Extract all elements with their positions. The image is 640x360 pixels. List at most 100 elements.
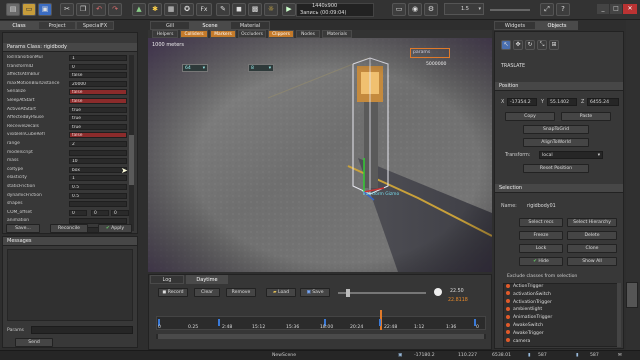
light-icon[interactable]: ✱ bbox=[148, 3, 162, 16]
sun-icon[interactable]: ☼ bbox=[264, 3, 278, 16]
z-field[interactable]: 6455.24 bbox=[587, 98, 619, 106]
tab-objects[interactable]: Objects bbox=[536, 21, 578, 30]
exclude-list-item[interactable]: ActivationTrigger bbox=[506, 299, 552, 307]
property-value[interactable]: 1 bbox=[69, 175, 127, 182]
x-field[interactable]: -17354.2 bbox=[507, 98, 537, 106]
property-value[interactable] bbox=[69, 201, 127, 208]
exclude-list-item[interactable]: AnimationTrigger bbox=[506, 314, 552, 322]
property-row[interactable]: ReceiveDecals true bbox=[7, 123, 129, 131]
select-mode-icon[interactable]: ↖ bbox=[501, 40, 511, 50]
minimize-button[interactable]: _ bbox=[597, 4, 609, 14]
scale-mode-icon[interactable]: ⤡ bbox=[537, 40, 547, 50]
tab-daytime[interactable]: Daytime bbox=[186, 275, 228, 284]
cut-icon[interactable]: ✂ bbox=[60, 3, 74, 16]
monitor-icon[interactable]: ▭ bbox=[392, 3, 406, 16]
daytime-slider-thumb[interactable] bbox=[346, 289, 350, 297]
property-value[interactable]: true bbox=[69, 115, 127, 122]
play-icon[interactable]: ▶ bbox=[282, 3, 296, 16]
exclude-list-item[interactable]: ActionTrigger bbox=[506, 283, 543, 291]
subtab-colliders[interactable]: Colliders bbox=[180, 30, 208, 38]
property-scrollbar[interactable] bbox=[129, 55, 134, 231]
tab-log[interactable]: Log bbox=[150, 275, 184, 284]
scene-dropdown-2[interactable]: 8 ▾ bbox=[248, 64, 274, 72]
snap-to-grid-button[interactable]: SnapToGrid bbox=[523, 125, 589, 134]
property-value[interactable]: true bbox=[69, 106, 127, 113]
property-row[interactable]: lodTransitionMul 1 bbox=[7, 55, 129, 62]
property-value[interactable]: false bbox=[69, 72, 127, 79]
property-value[interactable]: false bbox=[69, 132, 127, 139]
property-value[interactable]: 1 bbox=[69, 55, 127, 61]
align-to-world-button[interactable]: AlignToWorld bbox=[523, 138, 589, 147]
property-value[interactable] bbox=[69, 149, 127, 156]
scene-viewport[interactable]: 1000 meters 64 ▾ 8 ▾ params 5000000 Transf… bbox=[148, 38, 492, 272]
property-value[interactable]: 10 bbox=[69, 158, 127, 165]
property-row[interactable]: visibleInCubeRefl false bbox=[7, 132, 129, 139]
com-offset-extra[interactable]: 0 bbox=[91, 209, 109, 216]
tab-scene[interactable]: Scene bbox=[190, 21, 230, 30]
maximize-button[interactable]: □ bbox=[610, 4, 622, 14]
settings-icon[interactable]: ⚙ bbox=[424, 3, 438, 16]
redo-icon[interactable]: ↷ bbox=[108, 3, 122, 16]
hide-button[interactable]: ✔ Hide bbox=[519, 257, 563, 266]
property-row[interactable]: elasticity 1 bbox=[7, 175, 129, 182]
close-button[interactable]: ✕ bbox=[623, 4, 637, 14]
quality-dropdown[interactable]: 1.5 ▾ bbox=[444, 3, 484, 15]
help-icon[interactable]: ? bbox=[556, 3, 570, 16]
subtab-helpers[interactable]: Helpers bbox=[152, 30, 178, 38]
subtab-markers[interactable]: Markers bbox=[210, 30, 236, 38]
scene-params-box[interactable]: params bbox=[410, 48, 450, 58]
terrain-icon[interactable]: ▲ bbox=[132, 3, 146, 16]
timeline-scrollbar[interactable] bbox=[156, 334, 486, 339]
exclude-list-item[interactable]: ambientlight bbox=[506, 306, 542, 314]
subtab-clippers[interactable]: Clippers bbox=[268, 30, 294, 38]
property-row[interactable]: dynamicFriction 0.5 bbox=[7, 192, 129, 200]
image-icon[interactable]: ▦ bbox=[164, 3, 178, 16]
tab-gill[interactable]: Gill bbox=[150, 21, 190, 30]
daytime-save-button[interactable]: ▣ Save bbox=[300, 288, 330, 297]
fullscreen-icon[interactable]: ⤢ bbox=[540, 3, 554, 16]
property-row[interactable]: mass 10 bbox=[7, 158, 129, 165]
exclude-list-item[interactable]: AwakeTrigger bbox=[506, 330, 544, 338]
property-row[interactable]: range 2 bbox=[7, 141, 129, 148]
property-row[interactable]: maxMotionBlurDistance 20000 bbox=[7, 80, 129, 88]
property-row[interactable]: transformID 0 bbox=[7, 63, 129, 71]
tab-widgets[interactable]: Widgets bbox=[494, 21, 536, 30]
move-mode-icon[interactable]: ✥ bbox=[513, 40, 523, 50]
freeze-button[interactable]: Freeze bbox=[519, 231, 563, 240]
property-row[interactable]: affectsAtmBlur false bbox=[7, 72, 129, 79]
remove-button[interactable]: Remove bbox=[226, 288, 256, 297]
y-field[interactable]: 55.1402 bbox=[547, 98, 577, 106]
new-file-icon[interactable]: ▤ bbox=[6, 3, 20, 16]
exclude-list-item[interactable]: AwakeSwitch bbox=[506, 322, 543, 330]
save-icon[interactable]: ▣ bbox=[38, 3, 52, 16]
property-value[interactable]: 20000 bbox=[69, 80, 127, 87]
snap-mode-icon[interactable]: ⊞ bbox=[549, 40, 559, 50]
undo-icon[interactable]: ↶ bbox=[92, 3, 106, 16]
open-folder-icon[interactable]: ▭ bbox=[22, 3, 36, 16]
tab-project[interactable]: Project bbox=[38, 21, 76, 30]
paste-button[interactable]: Paste bbox=[561, 112, 611, 121]
subtab-materials[interactable]: Materials bbox=[322, 30, 352, 38]
chat-icon[interactable]: ✉ bbox=[618, 351, 622, 360]
property-row[interactable]: Serialize false bbox=[7, 89, 129, 96]
clear-button[interactable]: Clear bbox=[194, 288, 220, 297]
property-row[interactable]: AffectedByPause true bbox=[7, 115, 129, 122]
property-row[interactable]: shapes bbox=[7, 201, 129, 208]
tab-material[interactable]: Material bbox=[230, 21, 270, 30]
com-offset-extra[interactable]: 0 bbox=[111, 209, 129, 216]
property-row[interactable]: coltype box bbox=[7, 166, 129, 174]
brush-icon[interactable]: ✎ bbox=[216, 3, 230, 16]
property-value[interactable]: box bbox=[69, 166, 127, 173]
scrollbar-thumb[interactable] bbox=[129, 135, 134, 185]
property-value[interactable]: false bbox=[69, 98, 127, 104]
timeline-key[interactable] bbox=[218, 319, 220, 326]
gutter-handle[interactable] bbox=[626, 282, 638, 308]
rotate-mode-icon[interactable]: ↻ bbox=[525, 40, 535, 50]
property-value[interactable]: 0.5 bbox=[69, 192, 127, 199]
property-row[interactable]: ActiveAtStart true bbox=[7, 106, 129, 114]
copy-button[interactable]: Copy bbox=[505, 112, 555, 121]
property-row[interactable]: SleepAtStart false bbox=[7, 98, 129, 105]
transform-select[interactable]: local ▾ bbox=[539, 151, 603, 159]
reconcile-button[interactable]: Reconcile bbox=[50, 224, 88, 233]
subtab-nodes[interactable]: Nodes bbox=[296, 30, 320, 38]
